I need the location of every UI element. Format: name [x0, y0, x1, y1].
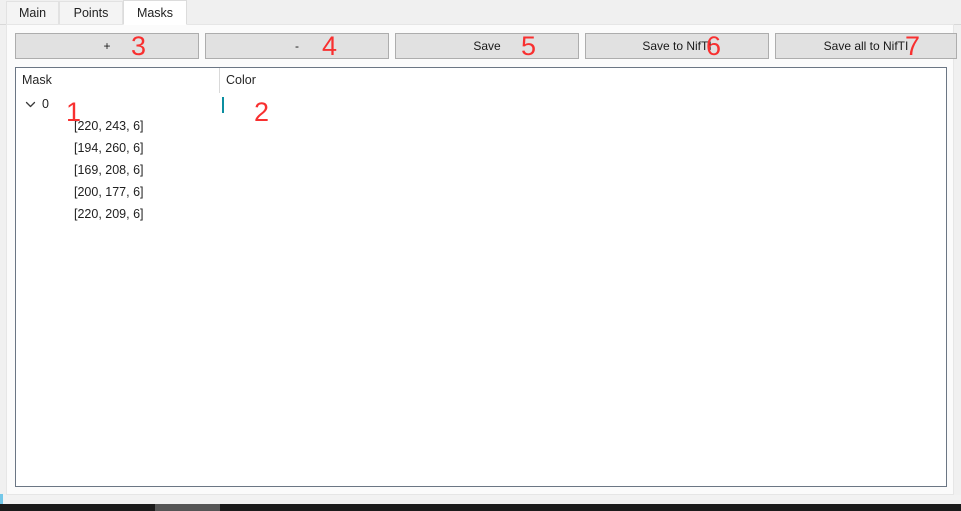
add-mask-button[interactable]: +	[15, 33, 199, 59]
column-header-color[interactable]: Color	[219, 68, 479, 93]
point-coordinate-label: [200, 177, 6]	[74, 185, 144, 199]
masks-panel: + - Save Save to NifTI Save all to NifTI…	[6, 24, 957, 495]
taskbar	[0, 504, 961, 511]
point-coordinate-label: [194, 260, 6]	[74, 141, 144, 155]
masks-tree-view[interactable]: Mask Color 0 [220, 243, 6] [194, 260, 6]…	[15, 67, 947, 487]
list-item[interactable]: [220, 243, 6]	[16, 115, 946, 137]
tab-strip: Main Points Masks	[0, 0, 961, 25]
list-item[interactable]: [194, 260, 6]	[16, 137, 946, 159]
tree-row-mask-0[interactable]: 0	[16, 93, 946, 115]
color-swatch[interactable]	[222, 97, 224, 113]
column-header-mask[interactable]: Mask	[16, 68, 219, 93]
tab-masks[interactable]: Masks	[123, 0, 187, 25]
save-all-to-nifti-button[interactable]: Save all to NifTI	[775, 33, 957, 59]
chevron-down-icon[interactable]	[22, 93, 38, 115]
tab-points[interactable]: Points	[59, 1, 123, 24]
tree-header-row: Mask Color	[16, 68, 946, 93]
point-coordinate-label: [220, 209, 6]	[74, 207, 144, 221]
save-button[interactable]: Save	[395, 33, 579, 59]
list-item[interactable]: [169, 208, 6]	[16, 159, 946, 181]
remove-mask-button[interactable]: -	[205, 33, 389, 59]
masks-toolbar: + - Save Save to NifTI Save all to NifTI	[15, 33, 957, 59]
mask-index-label: 0	[42, 97, 49, 111]
list-item[interactable]: [220, 209, 6]	[16, 203, 946, 225]
tab-main[interactable]: Main	[6, 1, 59, 24]
point-coordinate-label: [220, 243, 6]	[74, 119, 144, 133]
tree-body: 0 [220, 243, 6] [194, 260, 6] [169, 208,…	[16, 93, 946, 486]
list-item[interactable]: [200, 177, 6]	[16, 181, 946, 203]
save-to-nifti-button[interactable]: Save to NifTI	[585, 33, 769, 59]
mask-color-cell[interactable]	[222, 94, 256, 116]
taskbar-item[interactable]	[155, 504, 220, 511]
point-coordinate-label: [169, 208, 6]	[74, 163, 144, 177]
